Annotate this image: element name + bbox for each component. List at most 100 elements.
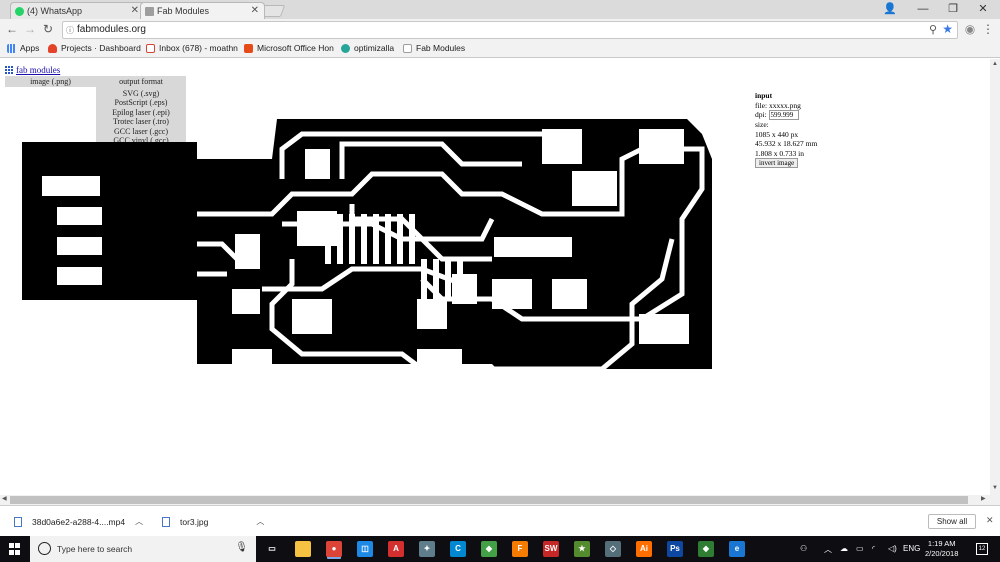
edge-icon[interactable]: e <box>729 541 745 557</box>
size-mm: 45.932 x 18.627 mm <box>755 139 818 149</box>
bookmark-label: Apps <box>20 43 40 53</box>
volume-icon[interactable]: ◁) <box>888 544 897 553</box>
clock-time: 1:19 AM <box>927 539 956 548</box>
battery-icon[interactable]: ▭ <box>856 544 864 553</box>
vertical-scrollbar[interactable]: ▲ ▼ <box>990 59 1000 495</box>
bookmark-label: Inbox (678) - moathn <box>159 43 238 53</box>
solidworks-icon[interactable]: SW <box>543 541 559 557</box>
tab-label: Fab Modules <box>157 6 210 16</box>
f-app-icon[interactable]: F <box>512 541 528 557</box>
cube-app-icon[interactable]: ◇ <box>605 541 621 557</box>
zoom-icon[interactable]: ⚲ <box>929 23 937 36</box>
people-icon[interactable]: ⚇ <box>800 544 807 553</box>
scroll-right-icon[interactable]: ▶ <box>981 495 986 502</box>
cloud-icon <box>341 43 350 53</box>
inkscape-icon[interactable]: ◆ <box>481 541 497 557</box>
bookmarks-bar: Apps Projects · Dashboard Inbox (678) - … <box>0 41 1000 58</box>
taskbar-search[interactable]: Type here to search 🎙 <box>30 536 256 562</box>
minimize-button[interactable]: — <box>908 0 938 19</box>
dpi-row: dpi: 599.999 <box>755 110 817 121</box>
dpi-label: dpi: <box>755 110 767 119</box>
scroll-up-icon[interactable]: ▲ <box>992 61 998 67</box>
output-format-option[interactable]: SVG (.svg) <box>96 89 186 98</box>
microphone-icon[interactable]: 🎙 <box>235 542 248 553</box>
apps-grid-icon <box>7 43 16 53</box>
gitlab-icon <box>48 43 57 53</box>
tab-fab-modules[interactable]: Fab Modules ✕ <box>140 2 265 19</box>
git-app-icon[interactable]: ◆ <box>698 541 714 557</box>
bookmark-inbox[interactable]: Inbox (678) - moathn <box>146 43 238 53</box>
forward-arrow-icon[interactable]: → <box>22 22 38 36</box>
bookmark-optimizalla[interactable]: optimizalla <box>341 43 394 53</box>
task-view-icon[interactable]: ▭ <box>264 541 280 557</box>
c-app-icon[interactable]: C <box>450 541 466 557</box>
taskbar: Type here to search 🎙 ▭ ● ◫ A ✦ C ◆ F SW ★ ◇ Ai Ps ◆ e… <box>0 536 1000 562</box>
horizontal-scrollbar[interactable]: ◀ ▶ <box>0 495 1000 505</box>
tab-whatsapp[interactable]: (4) WhatsApp ✕ <box>10 2 145 19</box>
cortana-icon <box>38 542 51 555</box>
input-file: file: xxxxx.png <box>755 100 801 110</box>
restore-button[interactable]: ❐ <box>938 0 968 19</box>
cloud-icon[interactable]: ☁ <box>840 544 848 553</box>
close-tab-icon[interactable]: ✕ <box>131 5 139 16</box>
show-all-button[interactable]: Show all <box>928 514 976 529</box>
file-explorer-icon[interactable] <box>295 541 311 557</box>
page-icon <box>403 43 412 53</box>
fab-modules-link[interactable]: fab modules <box>16 65 60 75</box>
bookmark-projects[interactable]: Projects · Dashboard <box>48 43 141 53</box>
page-content: fab modules image (.png) output format S… <box>0 59 990 495</box>
office-icon <box>244 43 253 53</box>
wifi-icon[interactable]: ◜ <box>872 544 875 553</box>
scroll-thumb[interactable] <box>10 496 968 504</box>
bookmark-star-icon[interactable]: ★ <box>942 22 953 36</box>
scroll-down-icon[interactable]: ▼ <box>992 485 998 491</box>
profile-icon[interactable]: 👤 <box>875 0 905 19</box>
dpi-input[interactable]: 599.999 <box>768 110 799 121</box>
acrobat-icon[interactable]: A <box>388 541 404 557</box>
chrome-icon[interactable]: ● <box>326 541 342 557</box>
illustrator-icon[interactable]: Ai <box>636 541 652 557</box>
chevron-up-icon[interactable]: ︿ <box>256 516 264 527</box>
file-icon <box>14 516 22 527</box>
browser-toolbar: ← → ↻ ⓘ fabmodules.org ⚲ ★ ◉ ⋮ <box>0 19 1000 41</box>
taskbar-clock[interactable]: 1:19 AM 2/20/2018 <box>925 539 958 559</box>
invert-image-button[interactable]: invert image <box>755 158 799 169</box>
fab-modules-logo[interactable]: fab modules <box>5 65 60 75</box>
close-tab-icon[interactable]: ✕ <box>251 5 259 16</box>
photoshop-icon[interactable]: Ps <box>667 541 683 557</box>
bookmark-office[interactable]: Microsoft Office Hon <box>244 43 334 53</box>
menu-dots-icon[interactable]: ⋮ <box>980 22 996 36</box>
close-shelf-icon[interactable]: ✕ <box>986 515 994 526</box>
close-window-button[interactable]: ✕ <box>968 0 998 19</box>
gmail-icon <box>146 43 155 53</box>
back-arrow-icon[interactable]: ← <box>4 22 20 36</box>
chevron-up-icon[interactable]: ︿ <box>824 544 832 555</box>
input-format-select[interactable]: image (.png) <box>5 76 96 87</box>
size-px: 1085 x 440 px <box>755 129 799 139</box>
download-shelf: 38d0a6e2-a288-4....mp4 ︿ tor3.jpg ︿ Show… <box>0 505 1000 536</box>
extension-icon[interactable]: ◉ <box>962 22 978 36</box>
clock-date: 2/20/2018 <box>925 549 959 558</box>
file-icon <box>162 516 170 527</box>
bookmark-apps[interactable]: Apps <box>7 43 39 53</box>
tab-strip: (4) WhatsApp ✕ Fab Modules ✕ 👤 — ❐ ✕ <box>0 0 1000 19</box>
url-text: fabmodules.org <box>77 24 146 35</box>
download-item[interactable]: tor3.jpg ︿ <box>162 516 264 527</box>
output-format-header: output format <box>119 77 163 86</box>
output-format-option[interactable]: PostScript (.eps) <box>96 98 186 107</box>
app-window-icon[interactable]: ◫ <box>357 541 373 557</box>
download-item[interactable]: 38d0a6e2-a288-4....mp4 ︿ <box>14 516 143 527</box>
address-bar[interactable]: ⓘ fabmodules.org ⚲ ★ <box>62 21 958 39</box>
language-indicator[interactable]: ENG <box>903 544 920 553</box>
settings-tool-icon[interactable]: ✦ <box>419 541 435 557</box>
windows-start-icon[interactable] <box>9 543 21 555</box>
info-icon[interactable]: ⓘ <box>66 25 74 36</box>
reload-icon[interactable]: ↻ <box>40 22 56 36</box>
scroll-left-icon[interactable]: ◀ <box>2 495 7 502</box>
notification-center-icon[interactable]: 12 <box>976 543 988 555</box>
chevron-up-icon[interactable]: ︿ <box>135 516 143 527</box>
output-format-option[interactable]: Epilog laser (.epi) <box>96 108 186 117</box>
2016-app-icon[interactable]: ★ <box>574 541 590 557</box>
bookmark-fab-modules[interactable]: Fab Modules <box>403 43 465 53</box>
download-filename: 38d0a6e2-a288-4....mp4 <box>32 516 126 527</box>
